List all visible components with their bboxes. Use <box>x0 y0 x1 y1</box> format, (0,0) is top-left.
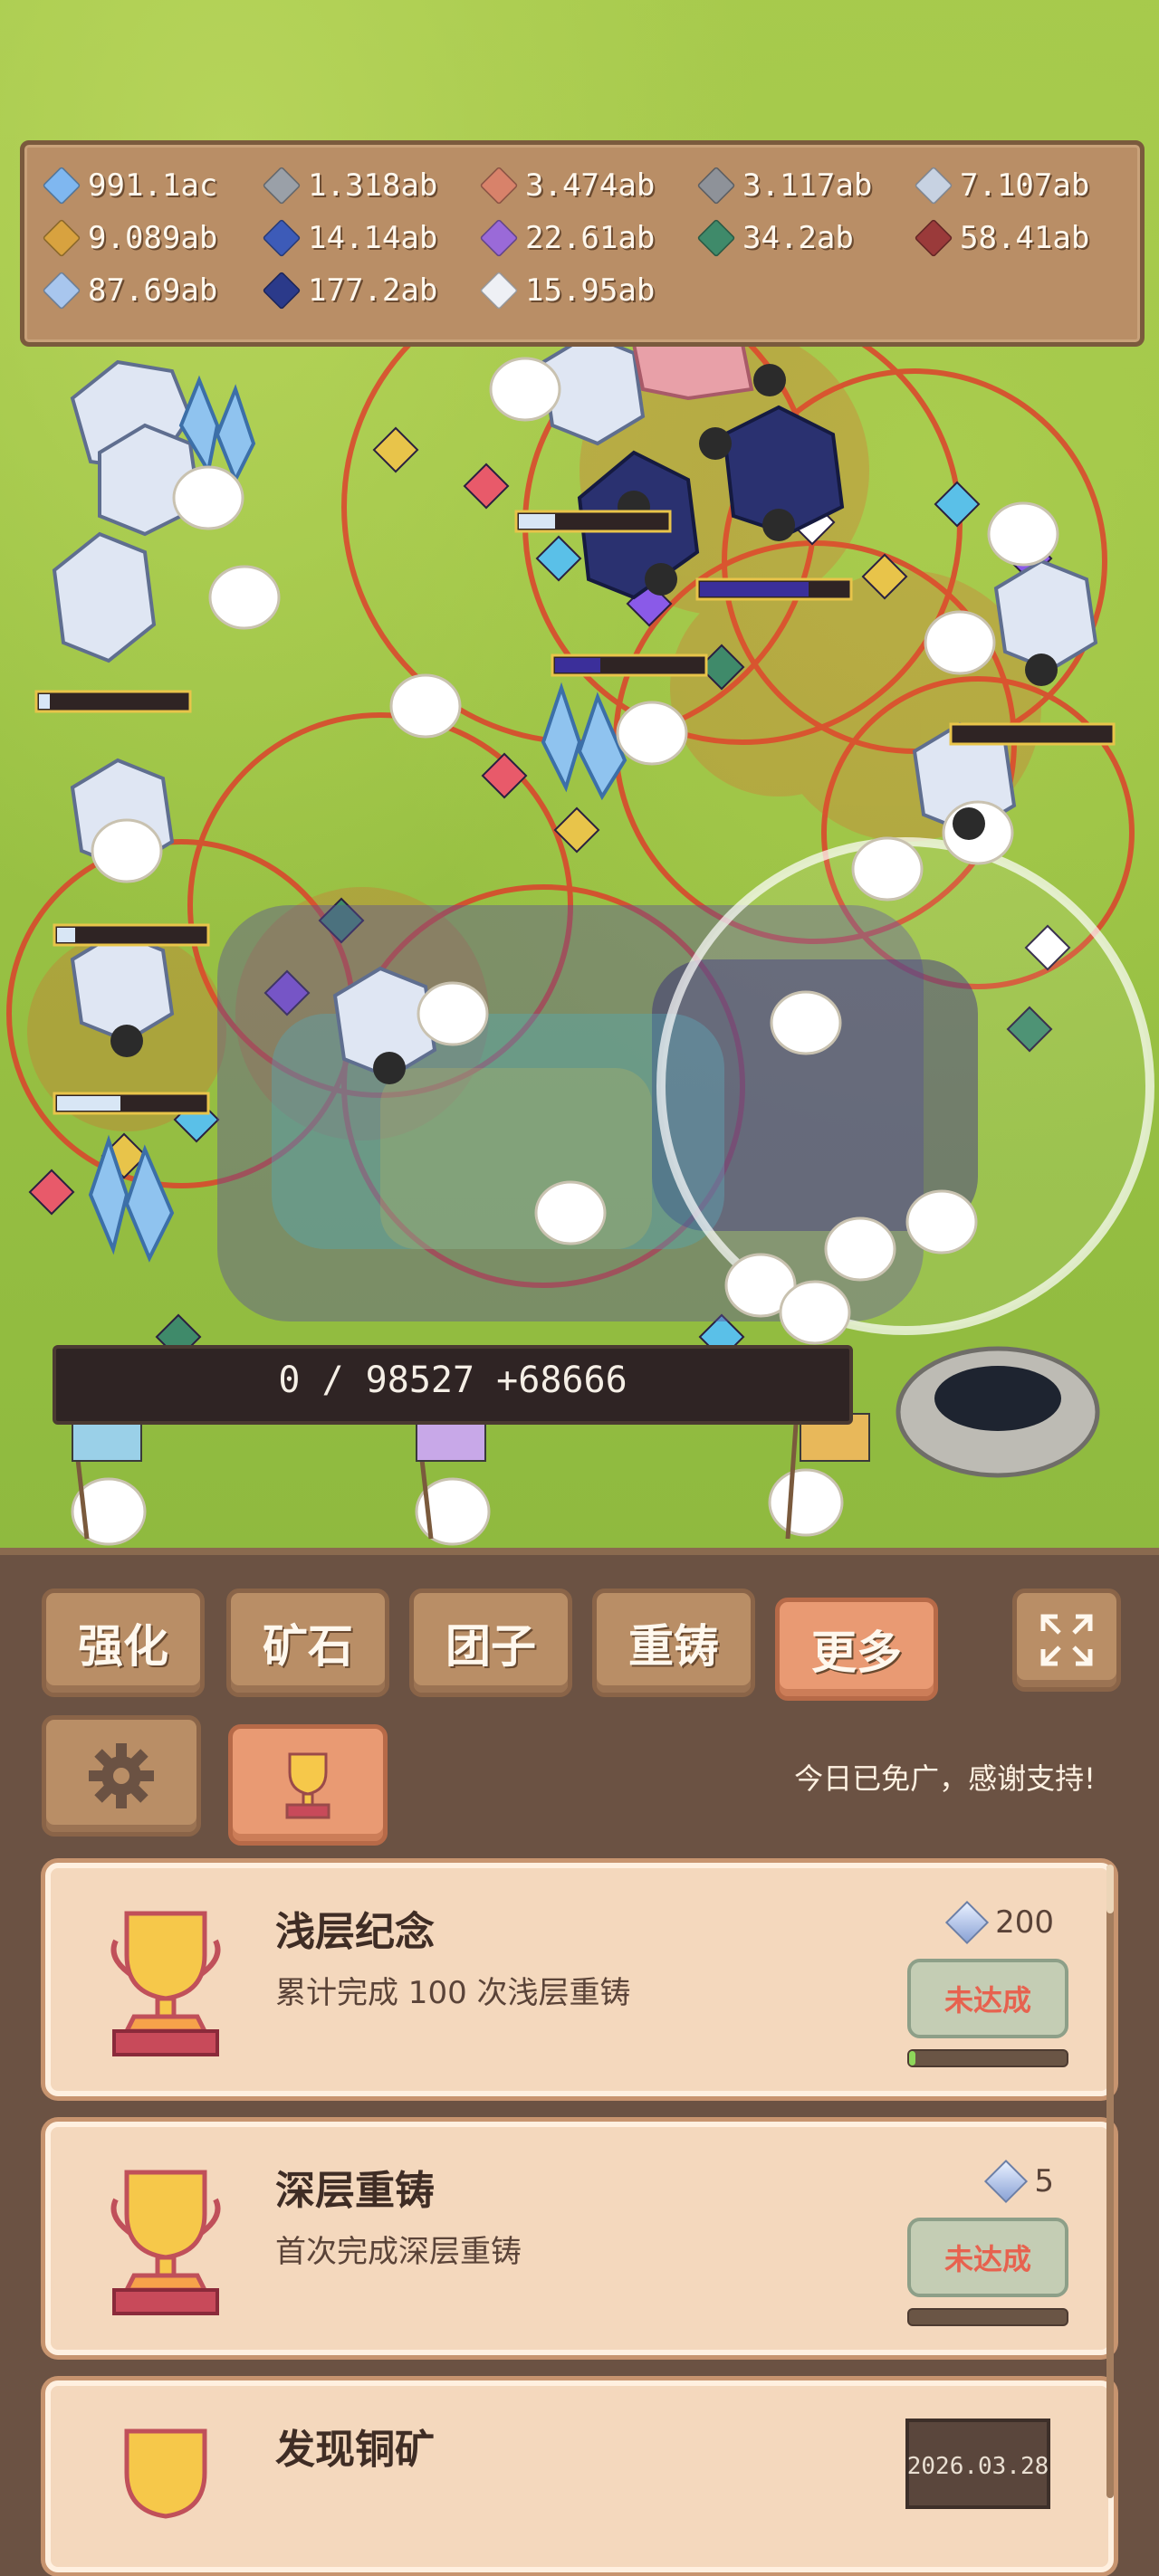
achievement-card: 深层重铸 首次完成深层重铸 5 未达成 <box>45 2122 1114 2355</box>
trophy-icon <box>124 2428 207 2519</box>
tab-mochi[interactable]: 团子 <box>409 1589 572 1697</box>
status-label: 未达成 <box>943 1983 1031 2018</box>
resource-item: 34.2ab <box>696 215 854 261</box>
resource-item: 58.41ab <box>914 215 1090 261</box>
well-icon <box>896 1346 1100 1478</box>
resource-item: 9.089ab <box>42 215 218 261</box>
ore-amethyst-icon <box>479 218 519 258</box>
resource-value: 22.61ab <box>525 220 656 256</box>
achievement-progress <box>907 2308 1068 2326</box>
achievement-card: 浅层纪念 累计完成 100 次浅层重铸 200 未达成 <box>45 1863 1114 2096</box>
achieved-date-text: 2026.03.28 <box>906 2453 1049 2480</box>
achievement-title: 深层重铸 <box>275 2168 435 2214</box>
ore-gold-icon <box>42 218 81 258</box>
resource-item: 87.69ab <box>42 268 218 313</box>
trophy-icon <box>285 1752 330 1819</box>
ore-quartz-icon <box>479 271 519 310</box>
tab-label: 强化 <box>78 1620 168 1673</box>
trophy-icon <box>110 2170 221 2315</box>
diamond-icon <box>945 1900 990 1945</box>
resource-item: 177.2ab <box>262 268 438 313</box>
resource-value: 87.69ab <box>88 272 218 309</box>
diamond-icon <box>984 2159 1029 2204</box>
trophy-icon <box>110 1911 221 2056</box>
resource-item: 3.474ab <box>479 163 656 208</box>
achieved-date: 2026.03.28 <box>905 2419 1050 2509</box>
ore-jade-icon <box>696 218 736 258</box>
resource-item: 3.117ab <box>696 163 873 208</box>
ore-sapphire-icon <box>262 218 302 258</box>
tab-label: 团子 <box>445 1620 536 1673</box>
achievement-desc: 首次完成深层重铸 <box>275 2234 522 2270</box>
resource-item: 7.107ab <box>914 163 1090 208</box>
achievement-reward: 5 <box>984 2159 1054 2204</box>
resource-value: 58.41ab <box>960 220 1090 256</box>
expand-icon <box>1040 1614 1093 1666</box>
scrollbar-thumb[interactable] <box>1106 1865 1114 1913</box>
resource-value: 14.14ab <box>308 220 438 256</box>
reward-amount: 5 <box>1034 2163 1054 2199</box>
achievement-title: 发现铜矿 <box>275 2427 435 2473</box>
ore-obsidian-icon <box>262 271 302 310</box>
resource-value: 1.318ab <box>308 167 438 204</box>
tab-ore[interactable]: 矿石 <box>226 1589 389 1697</box>
resource-value: 3.474ab <box>525 167 656 204</box>
claim-button[interactable]: 未达成 <box>907 1959 1068 2038</box>
ore-ruby-icon <box>914 218 953 258</box>
tab-label: 重铸 <box>628 1620 719 1673</box>
resource-item: 1.318ab <box>262 163 438 208</box>
resource-value: 34.2ab <box>742 220 854 256</box>
gear-icon <box>89 1743 154 1808</box>
resource-value: 3.117ab <box>742 167 873 204</box>
resource-value: 991.1ac <box>88 167 218 204</box>
resource-value: 9.089ab <box>88 220 218 256</box>
crystal-blue-icon <box>42 166 81 205</box>
resource-item: 991.1ac <box>42 163 218 208</box>
tab-label: 更多 <box>811 1627 902 1679</box>
settings-button[interactable] <box>42 1715 201 1837</box>
game-scene[interactable]: 991.1ac 1.318ab 3.474ab 3.117ab 7.107ab … <box>0 0 1159 1557</box>
ore-ice-icon <box>42 271 81 310</box>
tab-label: 矿石 <box>263 1620 353 1673</box>
achievement-title: 浅层纪念 <box>275 1909 435 1955</box>
scrollbar[interactable] <box>1106 1865 1114 2498</box>
achievement-progress <box>907 2049 1068 2067</box>
tab-more[interactable]: 更多 <box>775 1598 938 1701</box>
reward-amount: 200 <box>995 1904 1054 1941</box>
forge-progress-bar: 0 / 98527 +68666 <box>53 1345 853 1425</box>
achievement-progress-fill <box>909 2051 915 2066</box>
ad-free-note: 今日已免广，感谢支持! <box>794 1761 1096 1796</box>
resource-panel: 991.1ac 1.318ab 3.474ab 3.117ab 7.107ab … <box>20 140 1145 347</box>
achievements-button[interactable] <box>228 1724 388 1846</box>
resource-item: 14.14ab <box>262 215 438 261</box>
ore-silver-icon <box>914 166 953 205</box>
resource-item: 15.95ab <box>479 268 656 313</box>
achievement-reward: 200 <box>945 1900 1054 1945</box>
ore-iron-icon <box>696 166 736 205</box>
forge-progress-text: 0 / 98527 +68666 <box>278 1360 627 1401</box>
resource-value: 177.2ab <box>308 272 438 309</box>
achievement-desc: 累计完成 100 次浅层重铸 <box>275 1975 631 2011</box>
claim-button[interactable]: 未达成 <box>907 2218 1068 2297</box>
status-label: 未达成 <box>943 2242 1031 2276</box>
resource-item: 22.61ab <box>479 215 656 261</box>
ore-gray-icon <box>262 166 302 205</box>
tab-upgrade[interactable]: 强化 <box>42 1589 205 1697</box>
ore-copper-icon <box>479 166 519 205</box>
fullscreen-button[interactable] <box>1012 1589 1121 1692</box>
resource-value: 7.107ab <box>960 167 1090 204</box>
tab-reforge[interactable]: 重铸 <box>592 1589 755 1697</box>
resource-value: 15.95ab <box>525 272 656 309</box>
